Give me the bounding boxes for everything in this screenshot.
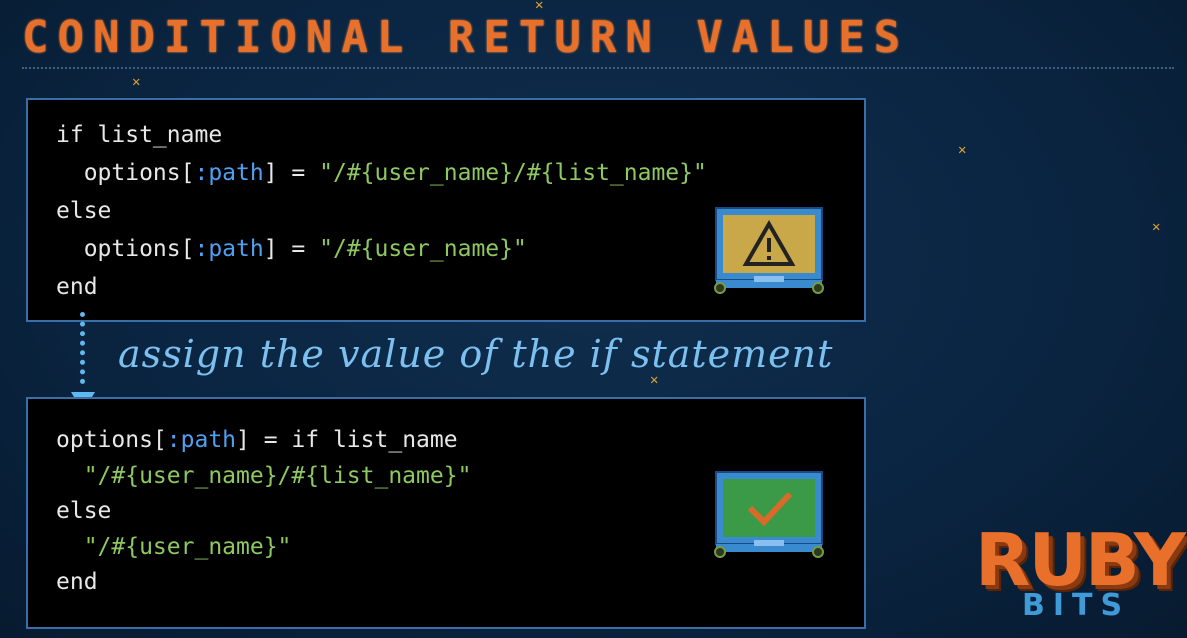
code-token: "/#{user_name}/#{list_name}" (319, 160, 707, 186)
code-token: end (56, 569, 98, 595)
code-token: ] = (263, 236, 320, 262)
bits-logo: BITS (1022, 588, 1131, 623)
code-token: "/#{user_name}" (319, 236, 527, 262)
code-line: options[:path] = "/#{user_name}/#{list_n… (56, 160, 707, 186)
code-line: options[:path] = if list_name (56, 427, 458, 453)
code-line: "/#{user_name}/#{list_name}" (56, 462, 472, 489)
code-line: end (56, 569, 98, 595)
code-token: :path (166, 427, 237, 453)
star-decoration: ✕ (1152, 219, 1161, 235)
checkmark-monitor-icon (714, 470, 824, 558)
code-block-before: if list_name options[:path] = "/#{user_n… (26, 98, 866, 322)
star-decoration: ✕ (535, 0, 544, 13)
code-token: ] = if list_name (236, 427, 458, 453)
code-token: options[ (56, 236, 195, 262)
flow-connector (80, 312, 86, 384)
title-divider (22, 67, 1174, 69)
code-token: "/#{user_name}" (56, 533, 292, 560)
code-token: :path (194, 236, 264, 262)
star-decoration: ✕ (958, 142, 967, 158)
code-token: if list_name (56, 122, 223, 148)
code-line: if list_name (56, 122, 222, 148)
code-token: else (56, 198, 112, 224)
code-token: options[ (56, 427, 167, 453)
code-token: end (56, 274, 98, 300)
code-line: else (56, 498, 111, 524)
code-line: "/#{user_name}" (56, 533, 292, 560)
code-token: "/#{user_name}/#{list_name}" (56, 462, 472, 489)
code-token: :path (194, 160, 264, 186)
code-line: else (56, 198, 111, 224)
code-block-after: options[:path] = if list_name "/#{user_n… (26, 397, 866, 629)
slide-title: CONDITIONAL RETURN VALUES (22, 12, 910, 63)
warning-monitor-icon (714, 206, 824, 294)
annotation-text: assign the value of the if statement (118, 332, 834, 376)
code-line: options[:path] = "/#{user_name}" (56, 236, 527, 262)
code-line: end (56, 274, 98, 300)
code-token: else (56, 498, 112, 524)
star-decoration: ✕ (132, 74, 141, 90)
code-token: options[ (56, 160, 195, 186)
code-token: ] = (263, 160, 320, 186)
